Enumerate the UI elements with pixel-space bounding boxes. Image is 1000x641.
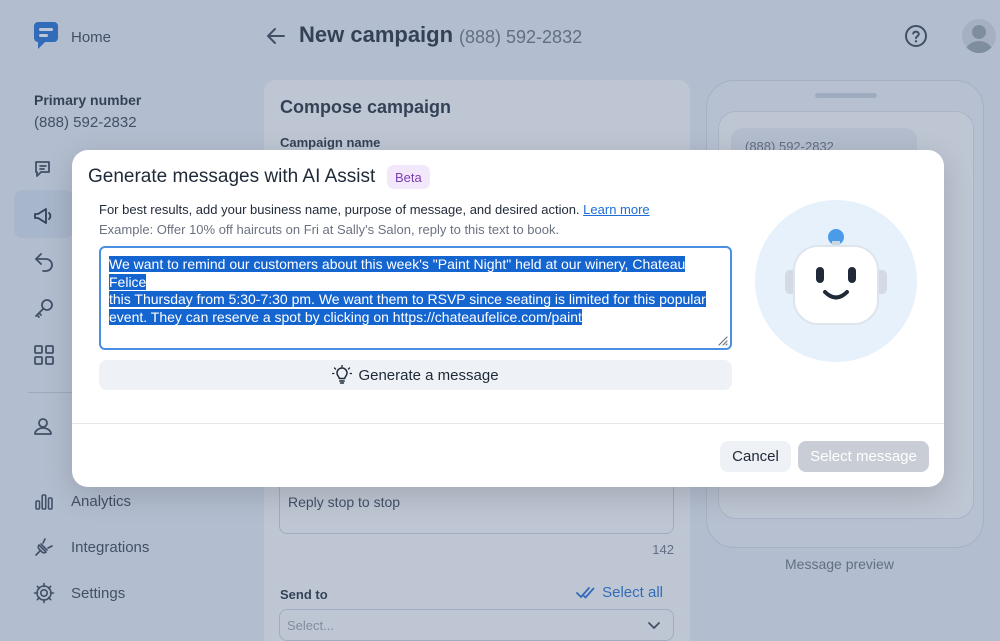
lightbulb-icon xyxy=(332,365,353,384)
instruction-label: For best results, add your business name… xyxy=(99,202,580,217)
example-text: Example: Offer 10% off haircuts on Fri a… xyxy=(99,222,560,237)
prompt-line: this Thursday from 5:30-7:30 pm. We want… xyxy=(109,291,706,307)
robot-icon xyxy=(755,200,917,362)
prompt-line: event. They can reserve a spot by clicki… xyxy=(109,308,582,325)
select-message-button[interactable]: Select message xyxy=(798,441,929,472)
cancel-button[interactable]: Cancel xyxy=(720,441,791,472)
prompt-textarea[interactable]: We want to remind our customers about th… xyxy=(99,246,732,350)
generate-message-button[interactable]: Generate a message xyxy=(99,360,732,390)
modal-divider xyxy=(72,423,944,424)
beta-badge: Beta xyxy=(387,165,430,189)
ai-assist-modal: Generate messages with AI Assist Beta Fo… xyxy=(72,150,944,487)
resize-handle-icon[interactable] xyxy=(716,334,728,346)
instruction-text: For best results, add your business name… xyxy=(99,202,650,217)
modal-title: Generate messages with AI Assist xyxy=(88,166,376,187)
generate-message-label: Generate a message xyxy=(358,366,499,384)
prompt-line: We want to remind our customers about th… xyxy=(109,256,686,290)
learn-more-link[interactable]: Learn more xyxy=(583,202,649,217)
